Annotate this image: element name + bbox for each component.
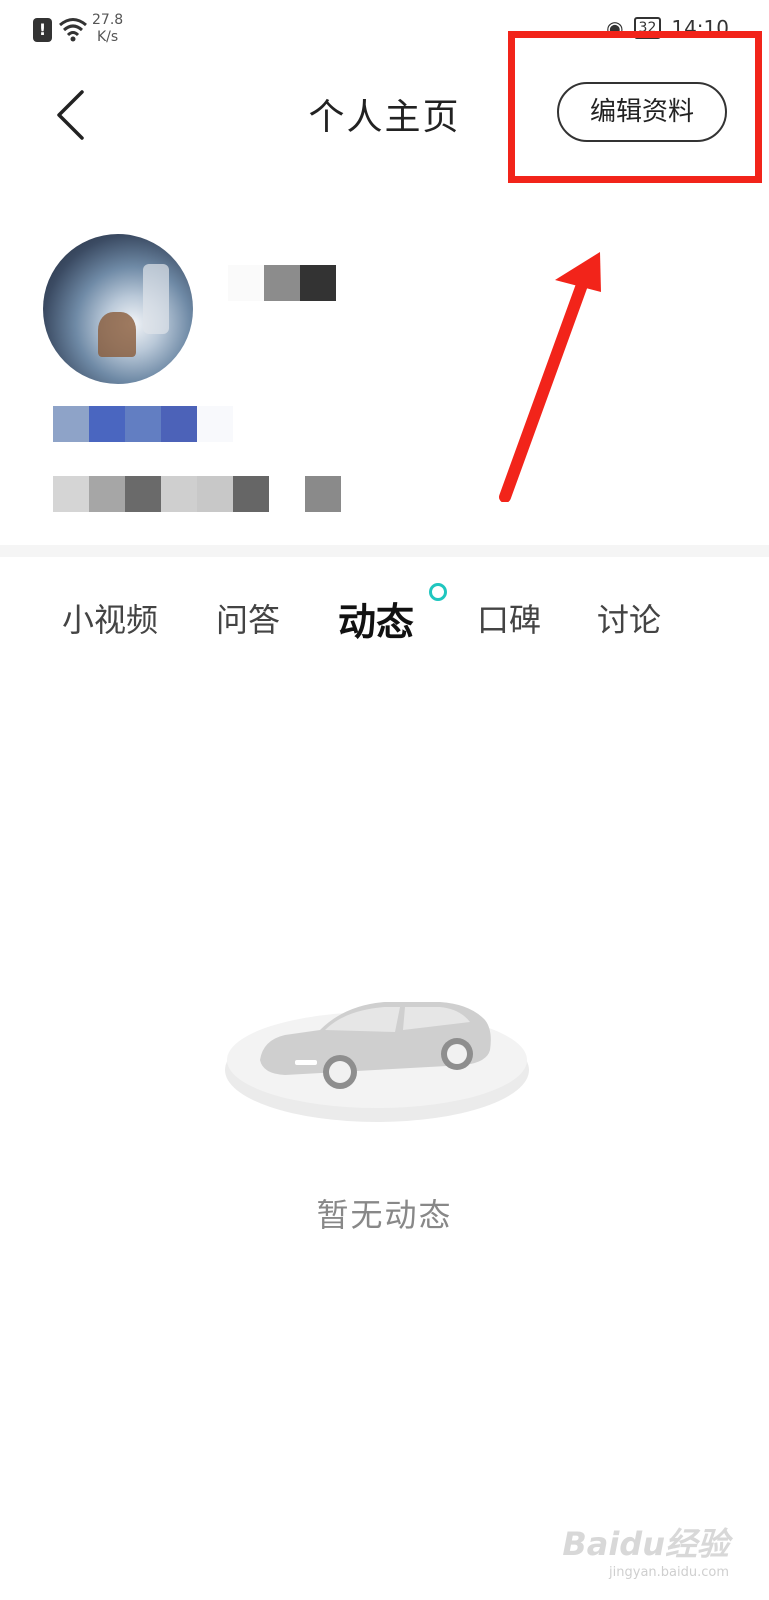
- network-speed: 27.8 K/s: [92, 12, 123, 46]
- tab-activity[interactable]: 动态: [338, 591, 414, 646]
- car-illustration-icon: [225, 1002, 529, 1122]
- tab-short-video[interactable]: 小视频: [62, 595, 158, 641]
- watermark-url: jingyan.baidu.com: [609, 1565, 729, 1580]
- avatar-figure: [143, 264, 169, 334]
- avatar-figure: [98, 312, 136, 357]
- tab-qa[interactable]: 问答: [216, 595, 280, 641]
- avatar[interactable]: [43, 234, 193, 384]
- profile-section: [0, 230, 769, 540]
- tab-indicator-dot: [429, 583, 447, 601]
- tab-discussion[interactable]: 讨论: [597, 595, 661, 641]
- section-divider: [0, 545, 769, 557]
- empty-state-message: 暂无动态: [316, 1196, 453, 1234]
- alert-icon: !: [33, 18, 52, 42]
- watermark: Baidu经验 jingyan.baidu.com: [562, 1519, 729, 1580]
- wifi-icon: [59, 18, 87, 42]
- user-info-pixelated: [53, 406, 233, 442]
- annotation-highlight-box: [508, 31, 762, 183]
- net-speed-unit: K/s: [96, 29, 119, 45]
- user-desc-pixelated: [53, 476, 341, 512]
- tab-bar: 小视频 问答 动态 口碑 讨论: [0, 565, 769, 665]
- net-speed-value: 27.8: [92, 12, 124, 28]
- username-pixelated: [228, 265, 336, 301]
- watermark-brand: Baidu经验: [562, 1525, 729, 1563]
- tab-reviews[interactable]: 口碑: [477, 595, 541, 641]
